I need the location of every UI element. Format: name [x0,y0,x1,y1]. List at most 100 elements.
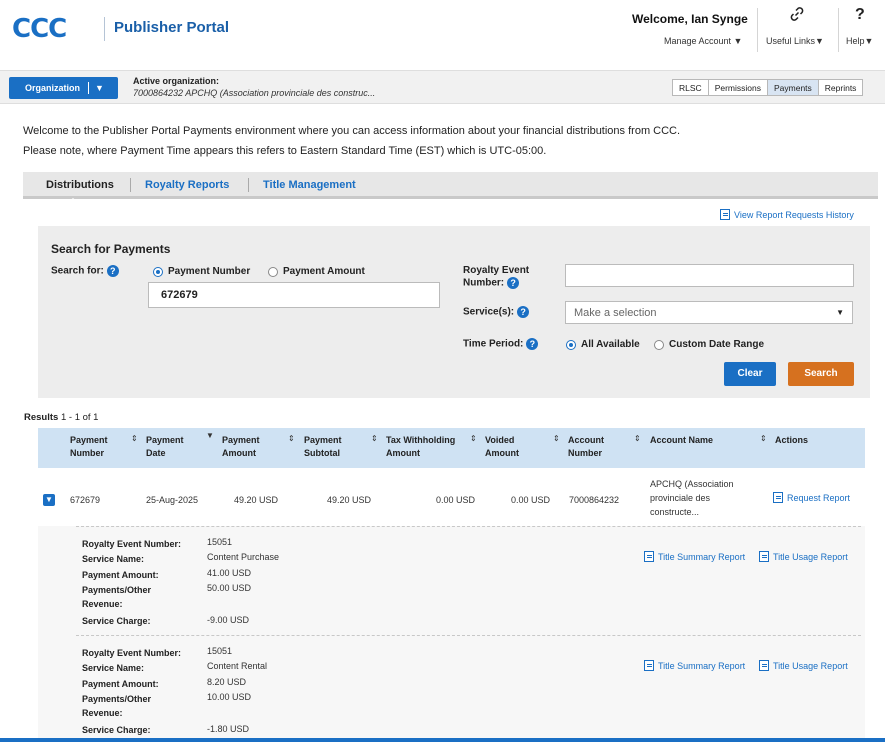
col-text: Payment [304,435,342,445]
col-payment-number[interactable]: Payment Number [70,434,108,460]
sort-icon[interactable]: ⇕ [634,434,641,443]
col-text: Subtotal [304,448,340,458]
tab-title-management[interactable]: Title Management [263,179,356,191]
view-history-label: View Report Requests History [734,209,854,220]
tab-royalty-reports[interactable]: Royalty Reports [145,179,229,191]
useful-links-menu[interactable]: Useful Links▼ [766,36,824,46]
title-summary-report-link[interactable]: Title Summary Report [644,551,745,562]
results-count: Results 1 - 1 of 1 [24,412,98,423]
detail-value: 15051 [207,646,233,656]
col-text: Actions [775,435,809,445]
organization-button[interactable]: Organization ▼ [9,77,118,99]
results-range: 1 - 1 of 1 [60,412,99,423]
report-icon [759,660,769,671]
services-select[interactable]: Make a selection ▼ [565,301,853,324]
royalty-event-number-input[interactable] [565,264,854,287]
detail-value: -1.80 USD [207,724,250,734]
cell-account-name: APCHQ (Association provinciale des const… [650,477,734,519]
organization-button-label: Organization [25,83,81,93]
cell-tax-withholding: 0.00 USD [436,495,476,505]
divider [76,526,861,527]
report-icon [644,660,654,671]
col-text: Account [568,435,604,445]
detail-value: 41.00 USD [207,568,252,578]
sort-icon[interactable]: ⇕ [470,434,477,443]
chevron-down-icon: ▼ [95,83,104,93]
help-icon[interactable]: ? [507,277,520,289]
services-placeholder: Make a selection [574,307,657,319]
title-summary-report-link[interactable]: Title Summary Report [644,660,745,671]
portal-name: Publisher Portal [114,19,230,36]
help-icon[interactable]: ? [855,6,865,24]
title-summary-report-label: Title Summary Report [658,660,746,671]
tab-divider [248,178,249,192]
help-menu[interactable]: Help▼ [846,36,873,46]
sort-icon[interactable]: ⇕ [553,434,560,443]
cell-payment-number: 672679 [70,495,101,505]
intro-text: Welcome to the Publisher Portal Payments… [23,125,681,137]
sort-icon[interactable]: ⇕ [288,434,295,443]
view-report-requests-history-link[interactable]: View Report Requests History [720,209,854,220]
manage-account-menu[interactable]: Manage Account ▼ [664,36,742,46]
payment-number-input[interactable]: 672679 [148,282,440,308]
col-tax-withholding[interactable]: Tax Withholding Amount [386,434,455,460]
request-report-link[interactable]: Request Report [773,492,850,503]
radio-payment-amount[interactable]: Payment Amount [268,266,365,277]
col-voided-amount[interactable]: Voided Amount [485,434,519,460]
link-icon[interactable] [790,7,804,25]
sort-icon[interactable]: ⇕ [371,434,378,443]
tab-distributions[interactable]: Distributions [46,179,114,191]
search-button[interactable]: Search [788,362,854,386]
title-usage-report-link[interactable]: Title Usage Report [759,660,848,671]
clear-button[interactable]: Clear [724,362,776,386]
account-name-line: provinciale des [650,493,711,503]
search-for-label: Search for:? [51,265,119,277]
services-label: Service(s):? [463,306,530,318]
radio-unselected-icon [654,339,664,350]
radio-all-available[interactable]: All Available [566,339,640,350]
col-account-number[interactable]: Account Number [568,434,604,460]
payment-details: Royalty Event Number: 15051 Service Name… [38,526,865,742]
detail-key: Service Charge: [82,616,151,626]
report-icon [773,492,783,503]
detail-value: -9.00 USD [207,615,250,625]
sort-descending-icon[interactable]: ▼ [206,431,214,440]
report-icon [644,551,654,562]
subtab-payments[interactable]: Payments [767,80,819,95]
royalty-event-label-line1: Royalty Event [463,265,530,276]
col-text: Payment [70,435,108,445]
help-icon[interactable]: ? [517,306,530,318]
radio-payment-number-label: Payment Number [168,266,251,277]
help-icon[interactable]: ? [106,265,119,277]
top-header: CCC Publisher Portal Welcome, Ian Synge … [0,0,885,66]
report-icon [720,209,730,220]
detail-value: 50.00 USD [207,583,252,593]
detail-key: Revenue: [82,599,123,609]
subtab-rlsc[interactable]: RLSC [673,80,709,95]
detail-key: Service Name: [82,554,145,564]
col-payment-date[interactable]: Payment Date [146,434,184,460]
radio-payment-number[interactable]: Payment Number [153,266,250,277]
subtab-permissions[interactable]: Permissions [709,80,768,95]
sort-icon[interactable]: ⇕ [131,434,138,443]
help-icon[interactable]: ? [526,338,539,350]
radio-selected-icon [566,339,576,350]
subtab-reprints[interactable]: Reprints [819,80,863,95]
cell-account-number: 7000864232 [569,495,620,505]
radio-custom-date-range[interactable]: Custom Date Range [654,339,764,350]
welcome-text: Welcome, Ian Synge [632,12,748,26]
header-divider [757,8,758,52]
col-text: Amount [485,448,519,458]
col-text: Date [146,448,166,458]
ccc-logo[interactable]: CCC [12,14,67,44]
title-summary-report-label: Title Summary Report [658,551,746,562]
logo-divider [104,17,105,41]
chevron-down-icon[interactable]: ▼ [43,494,55,506]
sort-icon[interactable]: ⇕ [760,434,767,443]
col-text: Number [568,448,603,458]
col-payment-subtotal[interactable]: Payment Subtotal [304,434,342,460]
col-account-name[interactable]: Account Name [650,434,713,447]
col-payment-amount[interactable]: Payment Amount [222,434,260,460]
title-usage-report-link[interactable]: Title Usage Report [759,551,848,562]
radio-custom-date-range-label: Custom Date Range [669,339,765,350]
